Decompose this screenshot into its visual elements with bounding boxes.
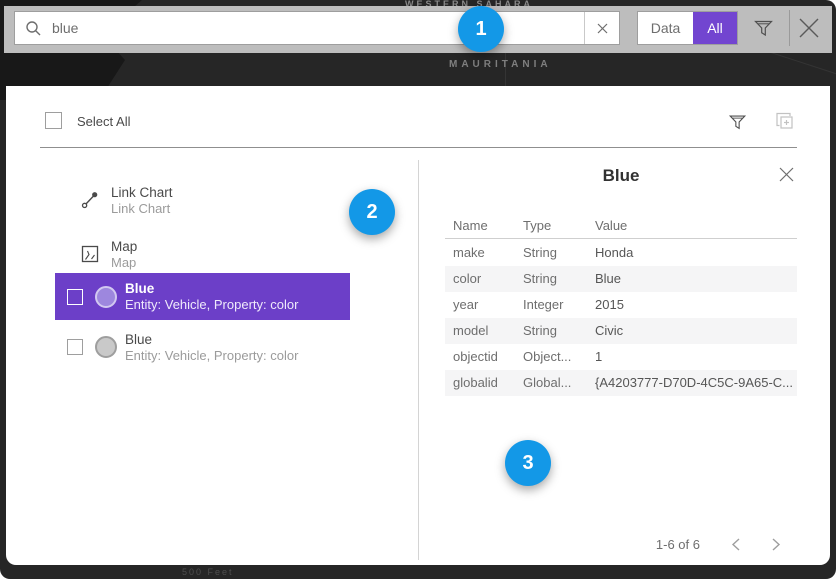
attr-value: Honda (595, 240, 797, 266)
search-scope-toggle: Data All (637, 11, 738, 45)
callout-badge-2: 2 (349, 189, 395, 235)
attr-type: String (523, 266, 595, 292)
app-window: WESTERN SAHARA MAURITANIA 500 Feet Data … (0, 0, 836, 579)
attribute-table-header: Name Type Value (445, 218, 797, 239)
chevron-left-icon[interactable] (731, 537, 741, 552)
search-results-panel: Select All Link Chart Link Chart Map (6, 86, 830, 565)
attr-value: Blue (595, 266, 797, 292)
attr-name: globalid (453, 370, 523, 396)
scope-data-button[interactable]: Data (638, 12, 693, 44)
entity-circle-icon (95, 286, 117, 308)
search-icon (15, 20, 52, 37)
map-scale-text: 500 Feet (182, 567, 234, 577)
result-subtitle: Map (111, 255, 137, 270)
table-row: color String Blue (445, 266, 797, 292)
result-subtitle: Entity: Vehicle, Property: color (125, 297, 298, 312)
search-box[interactable] (14, 11, 620, 45)
result-checkbox[interactable] (67, 339, 83, 355)
detail-title: Blue (445, 166, 797, 186)
table-row: make String Honda (445, 240, 797, 266)
select-all-checkbox[interactable] (45, 112, 62, 129)
pagination-range-label: 1-6 of 6 (600, 537, 700, 552)
table-row: objectid Object... 1 (445, 344, 797, 370)
attr-type: String (523, 318, 595, 344)
attr-type: Global... (523, 370, 595, 396)
table-row: globalid Global... {A4203777-D70D-4C5C-9… (445, 370, 797, 396)
attr-type: String (523, 240, 595, 266)
detail-close-icon[interactable] (778, 166, 795, 183)
attr-type: Integer (523, 292, 595, 318)
result-item-map[interactable]: Map Map (55, 232, 350, 276)
callout-badge-1: 1 (458, 6, 504, 52)
column-header-value: Value (595, 218, 797, 238)
attr-value: 1 (595, 344, 797, 370)
table-row: year Integer 2015 (445, 292, 797, 318)
map-label-mauritania: MAURITANIA (449, 59, 552, 70)
result-subtitle: Link Chart (111, 201, 173, 216)
attribute-table: make String Honda color String Blue year… (445, 240, 797, 396)
attr-name: model (453, 318, 523, 344)
result-item-blue-selected[interactable]: Blue Entity: Vehicle, Property: color (55, 273, 350, 320)
result-checkbox[interactable] (67, 289, 83, 305)
attr-value: Civic (595, 318, 797, 344)
table-row: model String Civic (445, 318, 797, 344)
attr-value: {A4203777-D70D-4C5C-9A65-C... (595, 370, 797, 396)
result-item-blue[interactable]: Blue Entity: Vehicle, Property: color (55, 325, 350, 369)
select-all-label: Select All (77, 114, 130, 129)
attr-name: objectid (453, 344, 523, 370)
results-filter-icon[interactable] (727, 111, 748, 132)
toolbar-divider (789, 10, 790, 46)
add-to-selection-icon[interactable] (774, 111, 795, 132)
attr-name: make (453, 240, 523, 266)
search-input[interactable] (52, 20, 584, 36)
result-title: Blue (125, 281, 298, 297)
result-title: Blue (125, 332, 298, 348)
filter-icon[interactable] (752, 16, 775, 39)
result-title: Link Chart (111, 185, 173, 201)
scope-all-button[interactable]: All (693, 12, 737, 44)
callout-badge-3: 3 (505, 440, 551, 486)
attr-name: year (453, 292, 523, 318)
result-subtitle: Entity: Vehicle, Property: color (125, 348, 298, 363)
panel-header-divider (40, 147, 797, 148)
chevron-right-icon[interactable] (771, 537, 781, 552)
clear-search-button[interactable] (584, 12, 619, 44)
close-search-icon[interactable] (796, 15, 822, 41)
attr-type: Object... (523, 344, 595, 370)
link-chart-icon (79, 190, 101, 210)
result-item-link-chart[interactable]: Link Chart Link Chart (55, 178, 350, 222)
attr-value: 2015 (595, 292, 797, 318)
attr-name: color (453, 266, 523, 292)
column-header-type: Type (523, 218, 595, 238)
list-detail-divider (418, 160, 419, 560)
map-icon (79, 245, 101, 263)
entity-circle-icon (95, 336, 117, 358)
column-header-name: Name (453, 218, 523, 238)
result-title: Map (111, 239, 137, 255)
